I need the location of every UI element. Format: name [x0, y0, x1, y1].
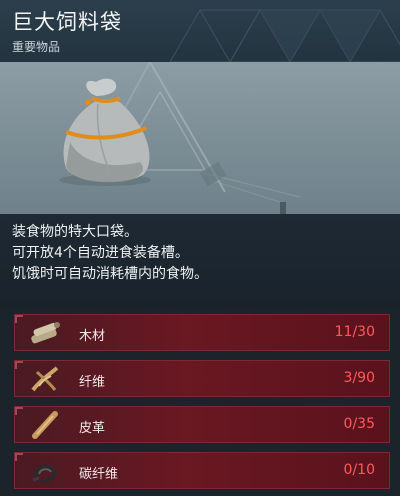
required-materials-list: 木材 11/30 纤维 3/90 皮革 0/35 碳纤维 0/10 [0, 306, 400, 496]
material-count: 11/30 [334, 324, 375, 340]
material-count: 0/10 [343, 462, 375, 478]
material-name: 碳纤维 [79, 467, 119, 482]
material-row-fiber: 纤维 3/90 [14, 360, 390, 397]
item-category: 重要物品 [12, 40, 61, 54]
item-title: 巨大饲料袋 [12, 10, 122, 34]
item-header: 巨大饲料袋 重要物品 [0, 0, 400, 62]
material-row-leather: 皮革 0/35 [14, 406, 390, 443]
description-line: 可开放4个自动进食装备槽。 [12, 245, 189, 261]
feed-sack-image [59, 78, 151, 186]
material-row-wood: 木材 11/30 [14, 314, 390, 351]
material-count: 0/35 [343, 416, 375, 432]
carbon-fiber-icon [32, 464, 56, 483]
item-artwork [0, 62, 400, 214]
leather-icon [32, 411, 58, 439]
wood-icon [31, 322, 60, 344]
material-row-carbon-fiber: 碳纤维 0/10 [14, 452, 390, 489]
material-name: 纤维 [79, 375, 106, 390]
material-name: 皮革 [79, 421, 106, 436]
row-corner-notch [15, 361, 23, 369]
row-corner-notch [15, 453, 23, 461]
material-name: 木材 [79, 329, 106, 344]
row-corner-notch [15, 315, 23, 323]
fiber-icon [31, 366, 59, 392]
header-triangle-pattern [170, 8, 400, 62]
material-count: 3/90 [343, 370, 375, 386]
description-line: 装食物的特大口袋。 [12, 224, 138, 240]
description-line: 饥饿时可自动消耗槽内的食物。 [12, 266, 208, 282]
row-corner-notch [15, 407, 23, 415]
item-description: 装食物的特大口袋。 可开放4个自动进食装备槽。 饥饿时可自动消耗槽内的食物。 [0, 214, 400, 306]
